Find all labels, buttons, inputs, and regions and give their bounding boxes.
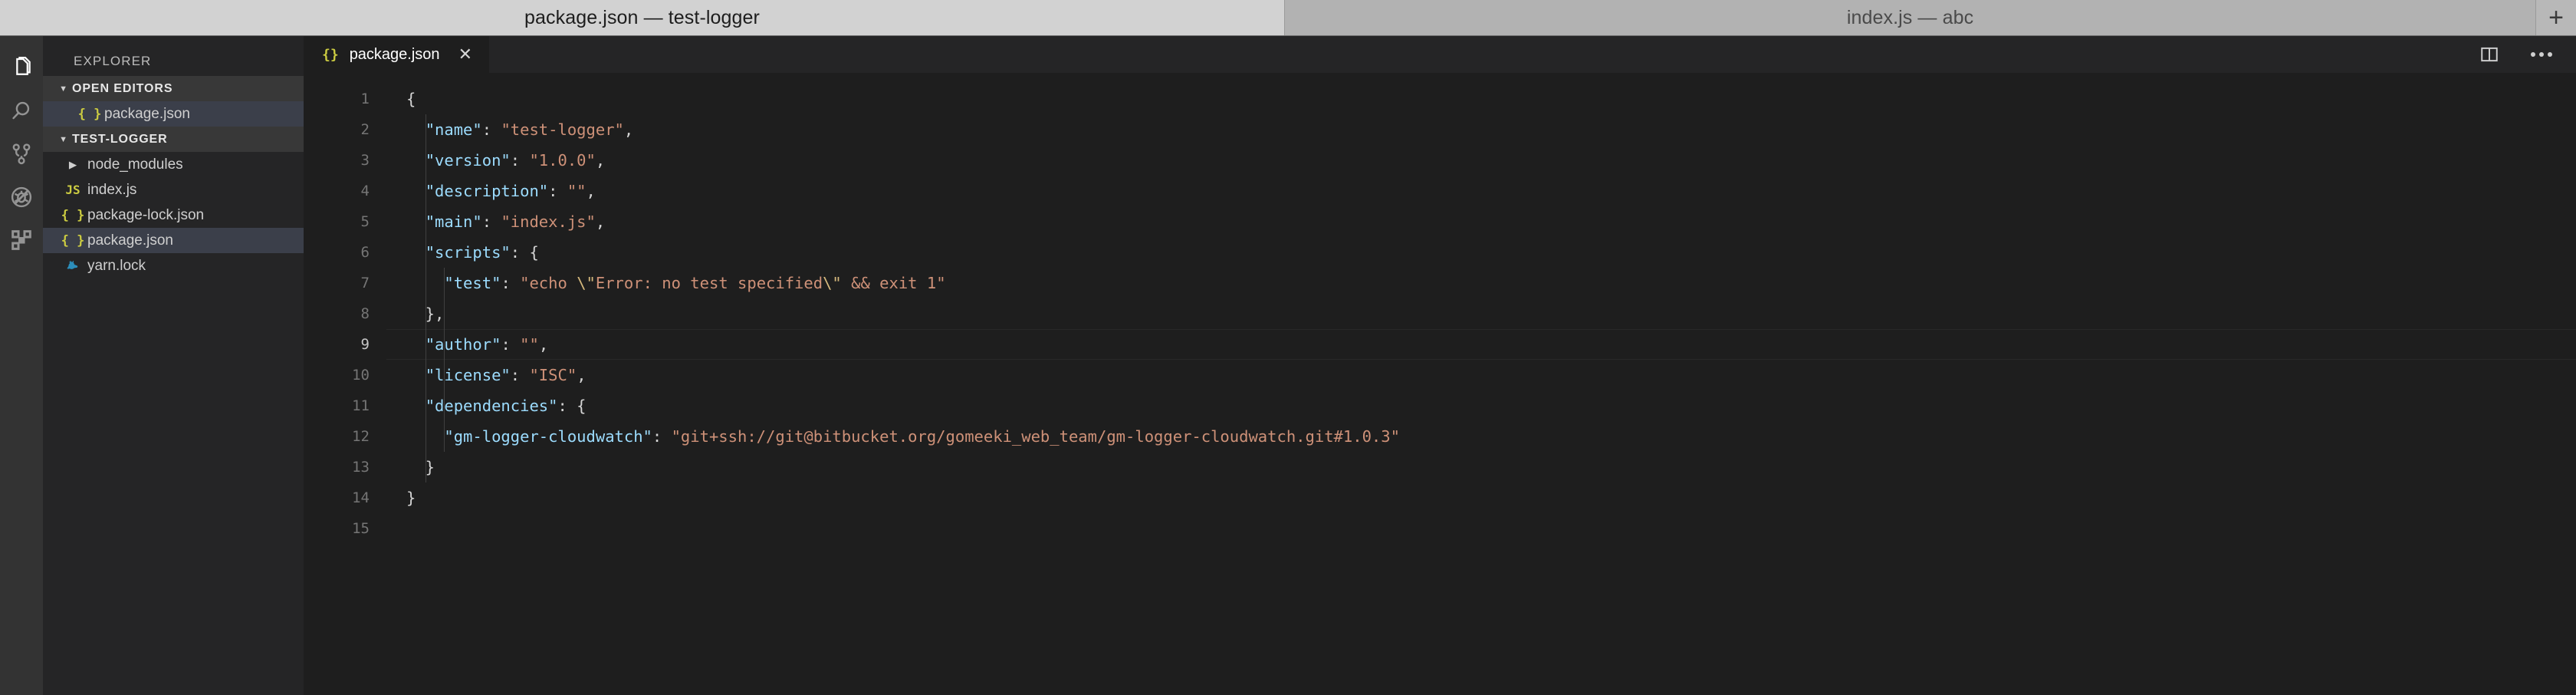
window-tab-strip: package.json — test-logger index.js — ab… xyxy=(0,0,2576,36)
activity-bar-item-explorer[interactable] xyxy=(0,47,43,90)
json-icon: { } xyxy=(77,106,102,122)
code-line-11: "dependencies": { xyxy=(425,397,586,415)
window-tab-package-json[interactable]: package.json — test-logger xyxy=(0,0,1285,35)
json-icon: { } xyxy=(61,232,85,249)
section-header-label: OPEN EDITORS xyxy=(72,81,173,95)
line-number-current: 9 xyxy=(360,336,370,353)
line-number: 3 xyxy=(360,152,370,169)
indent-guide xyxy=(444,268,445,452)
activity-bar-item-extensions[interactable] xyxy=(0,219,43,262)
chevron-right-icon[interactable]: ▶ xyxy=(60,157,86,173)
activity-bar-item-debug[interactable] xyxy=(0,176,43,219)
line-number: 5 xyxy=(360,213,370,230)
chevron-down-icon: ▼ xyxy=(59,84,68,94)
code-line-10: "license": "ISC", xyxy=(425,366,586,384)
tree-item-label: yarn.lock xyxy=(87,257,146,274)
tree-item-label: node_modules xyxy=(87,156,183,173)
sidebar-title: EXPLORER xyxy=(43,47,304,76)
section-header-test-logger[interactable]: ▼ TEST-LOGGER xyxy=(43,127,304,152)
code-line-6: "scripts": { xyxy=(425,243,539,262)
tree-item-package-json[interactable]: { } package.json xyxy=(43,228,304,253)
tree-item-index-js[interactable]: JS index.js xyxy=(43,177,304,203)
code-line-12: "gm-logger-cloudwatch": "git+ssh://git@b… xyxy=(444,427,1400,446)
new-window-tab-button[interactable]: + xyxy=(2536,0,2576,35)
section-header-label: TEST-LOGGER xyxy=(72,132,168,146)
line-number: 7 xyxy=(360,275,370,292)
tree-item-label: package-lock.json xyxy=(87,206,205,223)
activity-bar-item-search[interactable] xyxy=(0,90,43,133)
code-line-4: "description": "", xyxy=(425,182,596,200)
window-tab-title: index.js — abc xyxy=(1846,6,1974,28)
sidebar-explorer: EXPLORER ▼ OPEN EDITORS { } package.json… xyxy=(43,36,304,695)
editor-tab-bar: {} package.json ✕ xyxy=(304,36,2576,73)
section-header-open-editors[interactable]: ▼ OPEN EDITORS xyxy=(43,76,304,101)
tree-item-yarn-lock[interactable]: yarn.lock xyxy=(43,253,304,278)
js-icon: JS xyxy=(65,183,80,197)
chevron-down-icon: ▼ xyxy=(59,134,68,144)
window-tab-index-js[interactable]: index.js — abc xyxy=(1285,0,2536,35)
plus-icon: + xyxy=(2548,2,2564,32)
code-line-2: "name": "test-logger", xyxy=(425,120,634,139)
open-editor-item-package-json[interactable]: { } package.json xyxy=(43,101,304,127)
code-line-9: "author": "", xyxy=(386,329,2576,360)
code-line-14: } xyxy=(406,489,416,507)
tree-item-label: package.json xyxy=(87,232,173,249)
editor-group: {} package.json ✕ 1 2 3 4 5 6 7 8 9 10 1… xyxy=(304,36,2576,695)
json-icon: {} xyxy=(322,46,339,63)
workbench: EXPLORER ▼ OPEN EDITORS { } package.json… xyxy=(0,36,2576,695)
activity-bar-item-source-control[interactable] xyxy=(0,133,43,176)
line-number: 1 xyxy=(360,91,370,107)
code-line-7: "test": "echo \"Error: no test specified… xyxy=(444,274,946,292)
search-icon xyxy=(8,98,34,124)
code-line-8: }, xyxy=(406,305,445,323)
debug-icon xyxy=(8,184,34,210)
code-line-3: "version": "1.0.0", xyxy=(425,151,606,170)
explorer-icon xyxy=(8,55,34,81)
json-icon: { } xyxy=(61,207,85,223)
source-control-icon xyxy=(8,141,34,167)
split-editor-icon[interactable] xyxy=(2476,41,2502,68)
vscode-window: package.json — test-logger index.js — ab… xyxy=(0,0,2576,695)
more-actions-icon[interactable] xyxy=(2528,41,2555,68)
line-number: 2 xyxy=(360,121,370,138)
line-number: 4 xyxy=(360,183,370,199)
activity-bar xyxy=(0,36,43,695)
code-line-13: } xyxy=(406,458,435,476)
line-number: 11 xyxy=(352,397,370,414)
open-editor-label: package.json xyxy=(104,105,190,122)
line-number: 6 xyxy=(360,244,370,261)
yarn-icon xyxy=(60,259,86,273)
code-content[interactable]: { "name": "test-logger", "version": "1.0… xyxy=(386,73,2576,695)
editor-tab-package-json[interactable]: {} package.json ✕ xyxy=(304,36,490,73)
editor-actions xyxy=(2476,36,2576,73)
line-number: 8 xyxy=(360,305,370,322)
editor-tab-label: package.json xyxy=(349,45,440,63)
extensions-icon xyxy=(8,227,34,253)
tree-item-package-lock-json[interactable]: { } package-lock.json xyxy=(43,203,304,228)
code-line-5: "main": "index.js", xyxy=(425,212,606,231)
tree-item-label: index.js xyxy=(87,181,137,198)
close-icon[interactable]: ✕ xyxy=(458,44,472,64)
window-tab-title: package.json — test-logger xyxy=(524,6,760,28)
code-line-1: { xyxy=(406,90,416,108)
line-number: 10 xyxy=(352,367,370,384)
line-number-gutter: 1 2 3 4 5 6 7 8 9 10 11 12 13 14 15 xyxy=(304,73,386,695)
line-number: 13 xyxy=(352,459,370,476)
tree-item-node-modules[interactable]: ▶ node_modules xyxy=(43,152,304,177)
line-number: 15 xyxy=(352,520,370,537)
line-number: 12 xyxy=(352,428,370,445)
code-editor[interactable]: 1 2 3 4 5 6 7 8 9 10 11 12 13 14 15 { "n… xyxy=(304,73,2576,695)
line-number: 14 xyxy=(352,489,370,506)
